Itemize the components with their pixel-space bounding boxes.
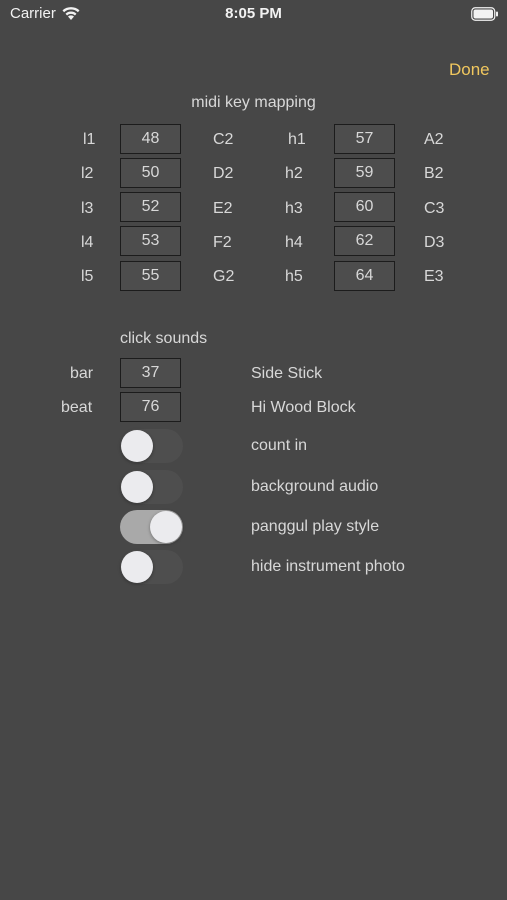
panggul-play-style-label: panggul play style [251,518,380,535]
midi-input-l4[interactable]: 53 [120,226,181,256]
click-input-beat[interactable]: 76 [120,392,181,422]
note-label-h2: B2 [424,165,444,182]
toggle-knob [121,471,153,503]
panggul-play-style-toggle[interactable] [120,510,183,544]
hide-instrument-photo-toggle[interactable] [120,550,183,584]
note-label-l2: D2 [213,165,234,182]
key-label-h4: h4 [285,234,303,251]
note-label-l3: E2 [213,200,233,217]
midi-input-h1[interactable]: 57 [334,124,395,154]
click-sound-bar: Side Stick [251,365,323,382]
background-audio-toggle[interactable] [120,470,183,504]
key-label-l4: l4 [81,234,94,251]
midi-input-l2[interactable]: 50 [120,158,181,188]
midi-input-l5[interactable]: 55 [120,261,181,291]
note-label-h3: C3 [424,200,445,217]
key-label-h5: h5 [285,268,303,285]
background-audio-label: background audio [251,478,379,495]
toggle-knob [150,511,182,543]
midi-input-l1[interactable]: 48 [120,124,181,154]
note-label-h5: E3 [424,268,444,285]
key-label-h3: h3 [285,200,303,217]
key-label-l1: l1 [83,131,96,148]
key-label-l2: l2 [81,165,94,182]
battery-icon [471,7,498,21]
midi-input-h4[interactable]: 62 [334,226,395,256]
click-sound-beat: Hi Wood Block [251,399,356,416]
midi-input-l3[interactable]: 52 [120,192,181,222]
count-in-label: count in [251,437,308,454]
toggle-knob [121,430,153,462]
hide-instrument-photo-label: hide instrument photo [251,558,405,575]
click-label-bar: bar [70,365,94,382]
note-label-l1: C2 [213,131,234,148]
click-input-bar[interactable]: 37 [120,358,181,388]
midi-input-h2[interactable]: 59 [334,158,395,188]
midi-key-mapping-title: midi key mapping [191,94,316,111]
toggle-knob [121,551,153,583]
key-label-l3: l3 [81,200,94,217]
status-time: 8:05 PM [225,5,282,22]
key-label-h1: h1 [288,131,306,148]
note-label-l4: F2 [213,234,232,251]
note-label-h1: A2 [424,131,444,148]
midi-input-h5[interactable]: 64 [334,261,395,291]
note-label-l5: G2 [213,268,235,285]
note-label-h4: D3 [424,234,445,251]
click-sounds-title: click sounds [120,330,208,347]
count-in-toggle[interactable] [120,429,183,463]
click-label-beat: beat [61,399,93,416]
key-label-l5: l5 [81,268,94,285]
key-label-h2: h2 [285,165,303,182]
done-button[interactable]: Done [449,60,490,80]
midi-input-h3[interactable]: 60 [334,192,395,222]
